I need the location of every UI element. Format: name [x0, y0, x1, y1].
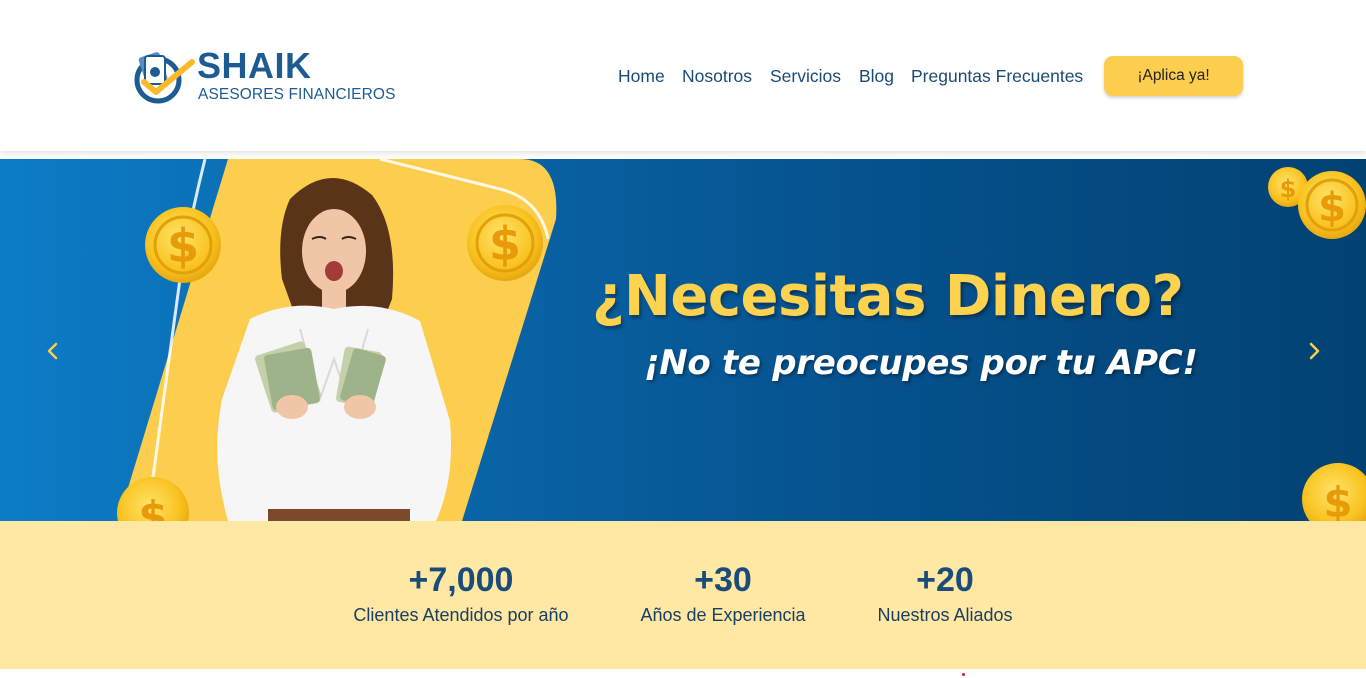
site-header: SHAIK ASESORES FINANCIEROS Home Nosotros…: [0, 0, 1366, 151]
hero-slider: $ $ $ $ $ $ ¿Necesitas Dinero? ¡No te pr…: [0, 159, 1366, 521]
chevron-right-icon[interactable]: [1302, 339, 1326, 363]
svg-text:$: $: [1323, 478, 1352, 521]
svg-text:$: $: [1280, 175, 1297, 203]
stat-label: Años de Experiencia: [640, 605, 806, 625]
apply-now-button[interactable]: ¡Aplica ya!: [1104, 56, 1243, 96]
stat-partners: +20 Nuestros Aliados: [866, 559, 1024, 627]
decorative-dot: [962, 673, 965, 676]
nav-nosotros[interactable]: Nosotros: [682, 62, 752, 90]
hero-subtitle: ¡No te preocupes por tu APC!: [644, 343, 1198, 383]
stat-label: Nuestros Aliados: [877, 605, 1013, 625]
stat-value: +30: [694, 561, 752, 599]
nav-home[interactable]: Home: [618, 62, 665, 90]
svg-text:$: $: [489, 217, 521, 271]
stat-value: +7,000: [408, 561, 514, 599]
stat-clients: +7,000 Clientes Atendidos por año: [346, 559, 576, 627]
stat-experience: +30 Años de Experiencia: [628, 559, 818, 627]
stat-value: +20: [916, 561, 974, 599]
svg-text:$: $: [167, 219, 199, 273]
nav-blog[interactable]: Blog: [859, 62, 894, 90]
coin-icon: $: [1298, 171, 1366, 239]
stat-label: Clientes Atendidos por año: [353, 605, 569, 625]
nav-servicios[interactable]: Servicios: [770, 62, 841, 90]
logo-subtitle: ASESORES FINANCIEROS: [198, 86, 396, 103]
logo-title: SHAIK: [197, 45, 312, 86]
logo[interactable]: SHAIK ASESORES FINANCIEROS: [130, 45, 395, 108]
coin-icon: $: [467, 205, 543, 281]
hero-title: ¿Necesitas Dinero?: [592, 264, 1184, 329]
coin-icon: $: [145, 207, 221, 283]
nav-faq[interactable]: Preguntas Frecuentes: [911, 62, 1083, 90]
svg-text:$: $: [138, 492, 167, 521]
money-check-icon: [134, 52, 195, 104]
svg-text:$: $: [1318, 185, 1346, 231]
chevron-left-icon[interactable]: [41, 339, 65, 363]
stats-bar: +7,000 Clientes Atendidos por año +30 Añ…: [0, 521, 1366, 669]
hero-illustration: $ $ $ $ $ $: [0, 159, 1366, 521]
